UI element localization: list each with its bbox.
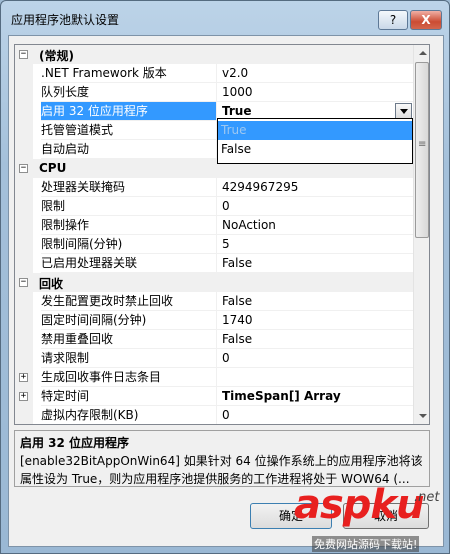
dropdown-option-false[interactable]: False — [218, 140, 412, 159]
property-value[interactable]: v2.0 — [217, 64, 413, 83]
property-name: .NET Framework 版本 — [41, 64, 217, 83]
value-dropdown-list[interactable]: True False — [217, 118, 413, 164]
property-value[interactable]: 1000 — [217, 83, 413, 102]
window-title: 应用程序池默认设置 — [11, 13, 120, 27]
property-name: 生成回收事件日志条目 — [41, 368, 217, 387]
property-row[interactable]: 限制间隔(分钟) 5 — [15, 235, 413, 254]
property-value[interactable] — [217, 368, 413, 387]
property-name: 限制间隔(分钟) — [41, 235, 217, 254]
property-row[interactable]: 限制 0 — [15, 197, 413, 216]
property-name: 限制 — [41, 197, 217, 216]
property-row[interactable]: 处理器关联掩码 4294967295 — [15, 178, 413, 197]
property-value[interactable]: False — [217, 330, 413, 349]
watermark-tld: .net — [414, 490, 440, 505]
watermark-tagline: 免费网站源码下载站! — [312, 536, 420, 552]
property-grid[interactable]: − (常规) .NET Framework 版本 v2.0 队列长度 1000 启用 32 … — [14, 44, 430, 425]
property-value[interactable]: 0 — [217, 197, 413, 216]
row-gutter — [15, 197, 33, 216]
property-value[interactable]: 1740 — [217, 311, 413, 330]
property-name: 禁用重叠回收 — [41, 330, 217, 349]
property-row[interactable]: 固定时间间隔(分钟) 1740 — [15, 311, 413, 330]
description-title: 启用 32 位应用程序 — [20, 436, 130, 450]
category-label: 回收 — [39, 277, 64, 291]
vertical-scrollbar[interactable] — [413, 45, 429, 424]
property-name: 固定时间间隔(分钟) — [41, 311, 217, 330]
property-row[interactable]: 限制操作 NoAction — [15, 216, 413, 235]
property-row[interactable]: + 生成回收事件日志条目 — [15, 368, 413, 387]
property-row[interactable]: 已启用处理器关联 False — [15, 254, 413, 273]
description-panel: 启用 32 位应用程序 [enable32BitAppOnWin64] 如果针对… — [14, 430, 430, 487]
close-button[interactable]: X — [410, 10, 442, 30]
dropdown-arrow-icon[interactable] — [395, 103, 412, 119]
property-name: 已启用处理器关联 — [41, 254, 217, 273]
category-label: (常规) — [39, 49, 74, 63]
row-gutter — [15, 102, 33, 121]
property-value[interactable]: False — [217, 254, 413, 273]
row-gutter — [15, 216, 33, 235]
row-gutter — [15, 330, 33, 349]
expand-icon[interactable]: + — [19, 373, 28, 382]
property-name: 特定时间 — [41, 387, 217, 406]
property-value[interactable]: False — [217, 292, 413, 311]
watermark-logo: aspku .net 免费网站源码下载站! — [294, 482, 450, 554]
row-gutter — [15, 349, 33, 368]
property-name: 队列长度 — [41, 83, 217, 102]
property-value[interactable]: 0 — [217, 406, 413, 424]
scroll-down-arrow-icon[interactable] — [414, 407, 429, 424]
collapse-icon[interactable]: − — [19, 164, 28, 173]
row-gutter — [15, 140, 33, 159]
category-row[interactable]: − 回收 — [15, 273, 413, 292]
property-row[interactable]: 请求限制 0 — [15, 349, 413, 368]
title-bar[interactable]: 应用程序池默认设置 ? X — [1, 1, 449, 35]
row-gutter — [15, 121, 33, 140]
help-button[interactable]: ? — [378, 10, 408, 30]
property-name: 限制操作 — [41, 216, 217, 235]
property-row[interactable]: + 特定时间 TimeSpan[] Array — [15, 387, 413, 406]
expand-icon[interactable]: + — [19, 392, 28, 401]
property-name: 启用 32 位应用程序 — [41, 102, 217, 121]
property-value[interactable]: NoAction — [217, 216, 413, 235]
dropdown-option-true[interactable]: True — [218, 121, 412, 140]
property-name: 发生配置更改时禁止回收 — [41, 292, 217, 311]
scroll-thumb[interactable] — [415, 62, 429, 238]
row-gutter — [15, 406, 33, 424]
property-row[interactable]: .NET Framework 版本 v2.0 — [15, 64, 413, 83]
collapse-icon[interactable]: − — [19, 50, 28, 59]
property-value[interactable]: 4294967295 — [217, 178, 413, 197]
category-label: CPU — [39, 161, 67, 175]
property-name: 虚拟内存限制(KB) — [41, 406, 217, 424]
property-row[interactable]: 禁用重叠回收 False — [15, 330, 413, 349]
property-name: 托管管道模式 — [41, 121, 217, 140]
property-name: 自动启动 — [41, 140, 217, 159]
row-gutter — [15, 254, 33, 273]
row-gutter — [15, 178, 33, 197]
row-gutter — [15, 235, 33, 254]
property-row[interactable]: 虚拟内存限制(KB) 0 — [15, 406, 413, 424]
row-gutter — [15, 311, 33, 330]
property-name: 处理器关联掩码 — [41, 178, 217, 197]
collapse-icon[interactable]: − — [19, 278, 28, 287]
row-gutter — [15, 292, 33, 311]
property-value[interactable]: TimeSpan[] Array — [217, 387, 413, 406]
property-row[interactable]: 队列长度 1000 — [15, 83, 413, 102]
row-gutter — [15, 83, 33, 102]
row-gutter — [15, 64, 33, 83]
property-name: 请求限制 — [41, 349, 217, 368]
watermark-brand: aspku — [294, 482, 425, 528]
property-value[interactable]: 0 — [217, 349, 413, 368]
property-value[interactable]: 5 — [217, 235, 413, 254]
property-row[interactable]: 发生配置更改时禁止回收 False — [15, 292, 413, 311]
scroll-up-arrow-icon[interactable] — [414, 45, 429, 62]
category-row[interactable]: − (常规) — [15, 45, 413, 64]
